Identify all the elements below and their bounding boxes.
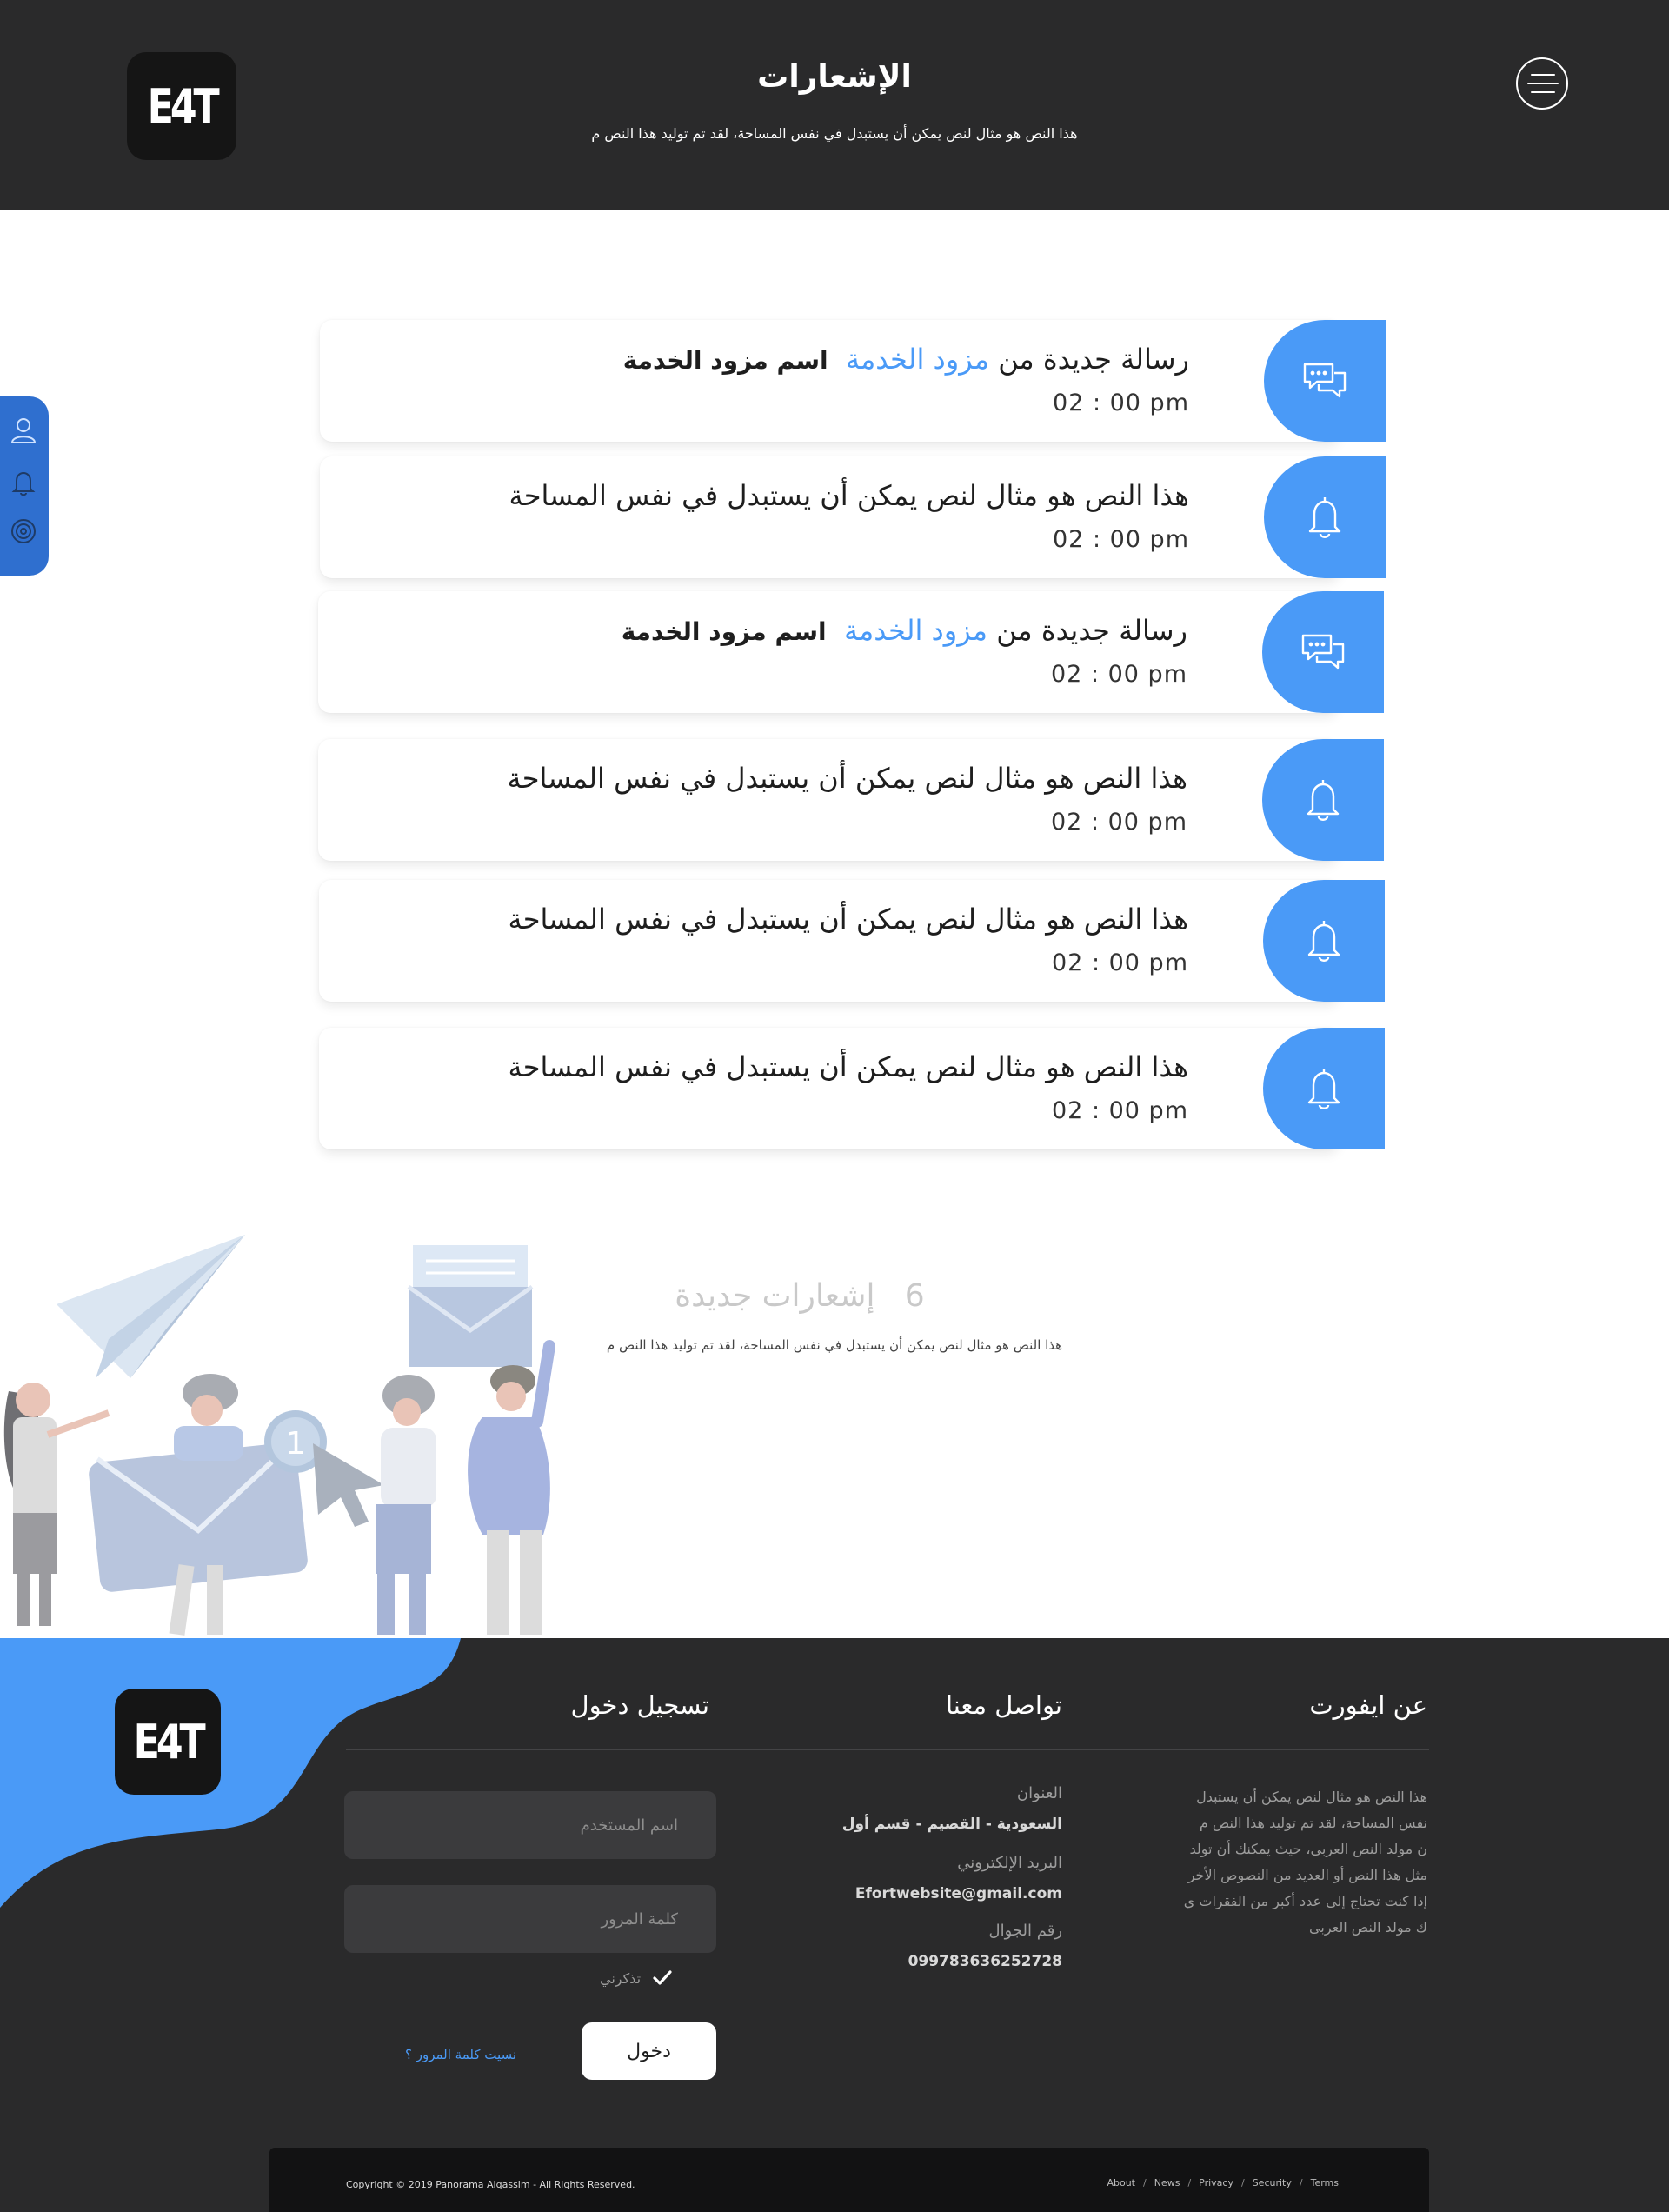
phone-label: رقم الجوال	[988, 1922, 1062, 1940]
menu-line-icon	[1527, 83, 1559, 84]
link-separator: /	[1240, 2177, 1245, 2189]
provider-link[interactable]: مزود الخدمة	[846, 343, 989, 376]
user-icon[interactable]	[9, 416, 38, 445]
footer-wave-decoration	[0, 1638, 461, 1908]
notification-time: 02 : 00 pm	[1053, 526, 1189, 553]
notification-time: 02 : 00 pm	[1051, 661, 1187, 688]
chat-icon	[1301, 634, 1345, 670]
copyright-text: Copyright © 2019 Panorama Alqassim - All…	[346, 2179, 635, 2190]
bell-icon[interactable]	[9, 468, 38, 497]
provider-link[interactable]: مزود الخدمة	[844, 614, 987, 647]
news-link[interactable]: News	[1154, 2177, 1180, 2189]
notification-text: رسالة جديدة من مزود الخدمة اسم مزود الخد…	[622, 614, 1187, 647]
bell-icon	[1307, 780, 1340, 821]
about-line: ن مولد النص العربى، حيث يمكنك أن تولد	[1189, 1841, 1428, 1857]
link-separator: /	[1187, 2177, 1192, 2189]
email-value[interactable]: Efortwebsite@gmail.com	[855, 1885, 1062, 1902]
notification-time: 02 : 00 pm	[1051, 809, 1187, 836]
page-title: الإشعارات	[757, 59, 912, 95]
notification-text: رسالة جديدة من مزود الخدمة اسم مزود الخد…	[623, 343, 1189, 376]
phone-value[interactable]: 099783636252728	[908, 1953, 1062, 1970]
notification-card[interactable]: هذا النص هو مثال لنص يمكن أن يستبدل في ن…	[319, 1028, 1385, 1149]
contact-heading: تواصل معنا	[945, 1690, 1062, 1720]
bell-icon	[1307, 1069, 1340, 1109]
notifications-count: 6	[904, 1278, 925, 1314]
notification-time: 02 : 00 pm	[1053, 390, 1189, 416]
notifications-count-label: إشعارات جديدة	[675, 1278, 875, 1314]
notification-prefix: رسالة جديدة من	[996, 614, 1187, 647]
logo-text: E4T	[147, 78, 220, 134]
notification-icon-circle	[1262, 591, 1384, 713]
legal-links: About / News / Privacy / Security / Terms	[1107, 2177, 1339, 2189]
logo-text: E4T	[133, 1714, 206, 1769]
remember-me-checkbox[interactable]: تذكرني	[600, 1967, 674, 1989]
side-quick-tab	[0, 396, 49, 576]
remember-me-label: تذكرني	[600, 1969, 642, 1987]
about-line: إذا كنت تحتاج إلى عدد أكبر من الفقرات ي	[1183, 1893, 1427, 1909]
footer-bottom-bar: Copyright © 2019 Panorama Alqassim - All…	[269, 2148, 1429, 2212]
menu-button[interactable]	[1516, 57, 1568, 110]
about-link[interactable]: About	[1107, 2177, 1135, 2189]
notifications-count-title: 6 إشعارات جديدة	[661, 1278, 939, 1314]
menu-line-icon	[1531, 74, 1555, 76]
security-link[interactable]: Security	[1253, 2177, 1292, 2189]
provider-name: اسم مزود الخدمة	[621, 617, 827, 646]
link-separator: /	[1299, 2177, 1303, 2189]
notification-icon-circle	[1263, 880, 1385, 1002]
notification-card[interactable]: هذا النص هو مثال لنص يمكن أن يستبدل في ن…	[319, 880, 1385, 1002]
notification-text: هذا النص هو مثال لنص يمكن أن يستبدل في ن…	[507, 762, 1187, 795]
notification-text: هذا النص هو مثال لنص يمكن أن يستبدل في ن…	[509, 479, 1189, 512]
footer-logo-overlay[interactable]: E4T	[115, 1689, 221, 1795]
notification-card[interactable]: رسالة جديدة من مزود الخدمة اسم مزود الخد…	[320, 320, 1386, 442]
about-heading: عن ايفورت	[1309, 1690, 1427, 1720]
notification-text: هذا النص هو مثال لنص يمكن أن يستبدل في ن…	[508, 1050, 1188, 1083]
notification-card[interactable]: هذا النص هو مثال لنص يمكن أن يستبدل في ن…	[318, 739, 1384, 861]
bell-icon	[1308, 497, 1341, 538]
notification-text: هذا النص هو مثال لنص يمكن أن يستبدل في ن…	[508, 903, 1188, 936]
provider-name: اسم مزود الخدمة	[622, 346, 828, 375]
address-label: العنوان	[1016, 1784, 1062, 1802]
about-line: هذا النص هو مثال لنص يمكن أن يستبدل	[1196, 1789, 1427, 1805]
chat-icon	[1303, 363, 1347, 398]
page-header: E4T الإشعارات هذا النص هو مثال لنص يمكن …	[0, 0, 1669, 210]
about-text: هذا النص هو مثال لنص يمكن أن يستبدل نفس …	[1167, 1784, 1427, 1941]
notification-icon-circle	[1263, 1028, 1385, 1149]
illustration-badge-number: 1	[286, 1426, 306, 1462]
header-logo[interactable]: E4T	[127, 52, 236, 160]
notification-time: 02 : 00 pm	[1052, 1097, 1188, 1124]
settings-icon[interactable]	[9, 516, 38, 546]
check-icon	[653, 1970, 672, 1985]
notification-card[interactable]: هذا النص هو مثال لنص يمكن أن يستبدل في ن…	[320, 456, 1386, 578]
page-subtitle: هذا النص هو مثال لنص يمكن أن يستبدل في ن…	[591, 125, 1078, 142]
terms-link[interactable]: Terms	[1311, 2177, 1339, 2189]
about-line: مثل هذا النص أو العديد من النصوص الأخر	[1187, 1867, 1427, 1883]
footer-divider	[346, 1749, 1429, 1750]
login-button[interactable]: دخول	[582, 2022, 716, 2080]
about-line: ك مولد النص العربى	[1309, 1919, 1427, 1936]
about-line: نفس المساحة، لقد تم توليد هذا النص م	[1199, 1815, 1427, 1831]
bell-icon	[1307, 921, 1340, 962]
notification-icon-circle	[1264, 456, 1386, 578]
notification-prefix: رسالة جديدة من	[998, 343, 1189, 376]
notifications-illustration: 1	[3, 1235, 555, 1636]
notification-time: 02 : 00 pm	[1052, 949, 1188, 976]
menu-line-icon	[1531, 91, 1555, 93]
link-separator: /	[1142, 2177, 1147, 2189]
notification-card[interactable]: رسالة جديدة من مزود الخدمة اسم مزود الخد…	[318, 591, 1384, 713]
login-heading: تسجيل دخول	[570, 1690, 710, 1720]
forgot-password-link[interactable]: نسيت كلمة المرور ؟	[405, 2047, 516, 2062]
notification-icon-circle	[1264, 320, 1386, 442]
notifications-count-subtitle: هذا النص هو مثال لنص يمكن أن يستبدل في ن…	[606, 1337, 1063, 1353]
privacy-link[interactable]: Privacy	[1199, 2177, 1233, 2189]
notification-icon-circle	[1262, 739, 1384, 861]
address-value: السعودية - القصيم - قسم أول	[841, 1816, 1062, 1833]
email-label: البريد الإلكتروني	[957, 1854, 1062, 1872]
